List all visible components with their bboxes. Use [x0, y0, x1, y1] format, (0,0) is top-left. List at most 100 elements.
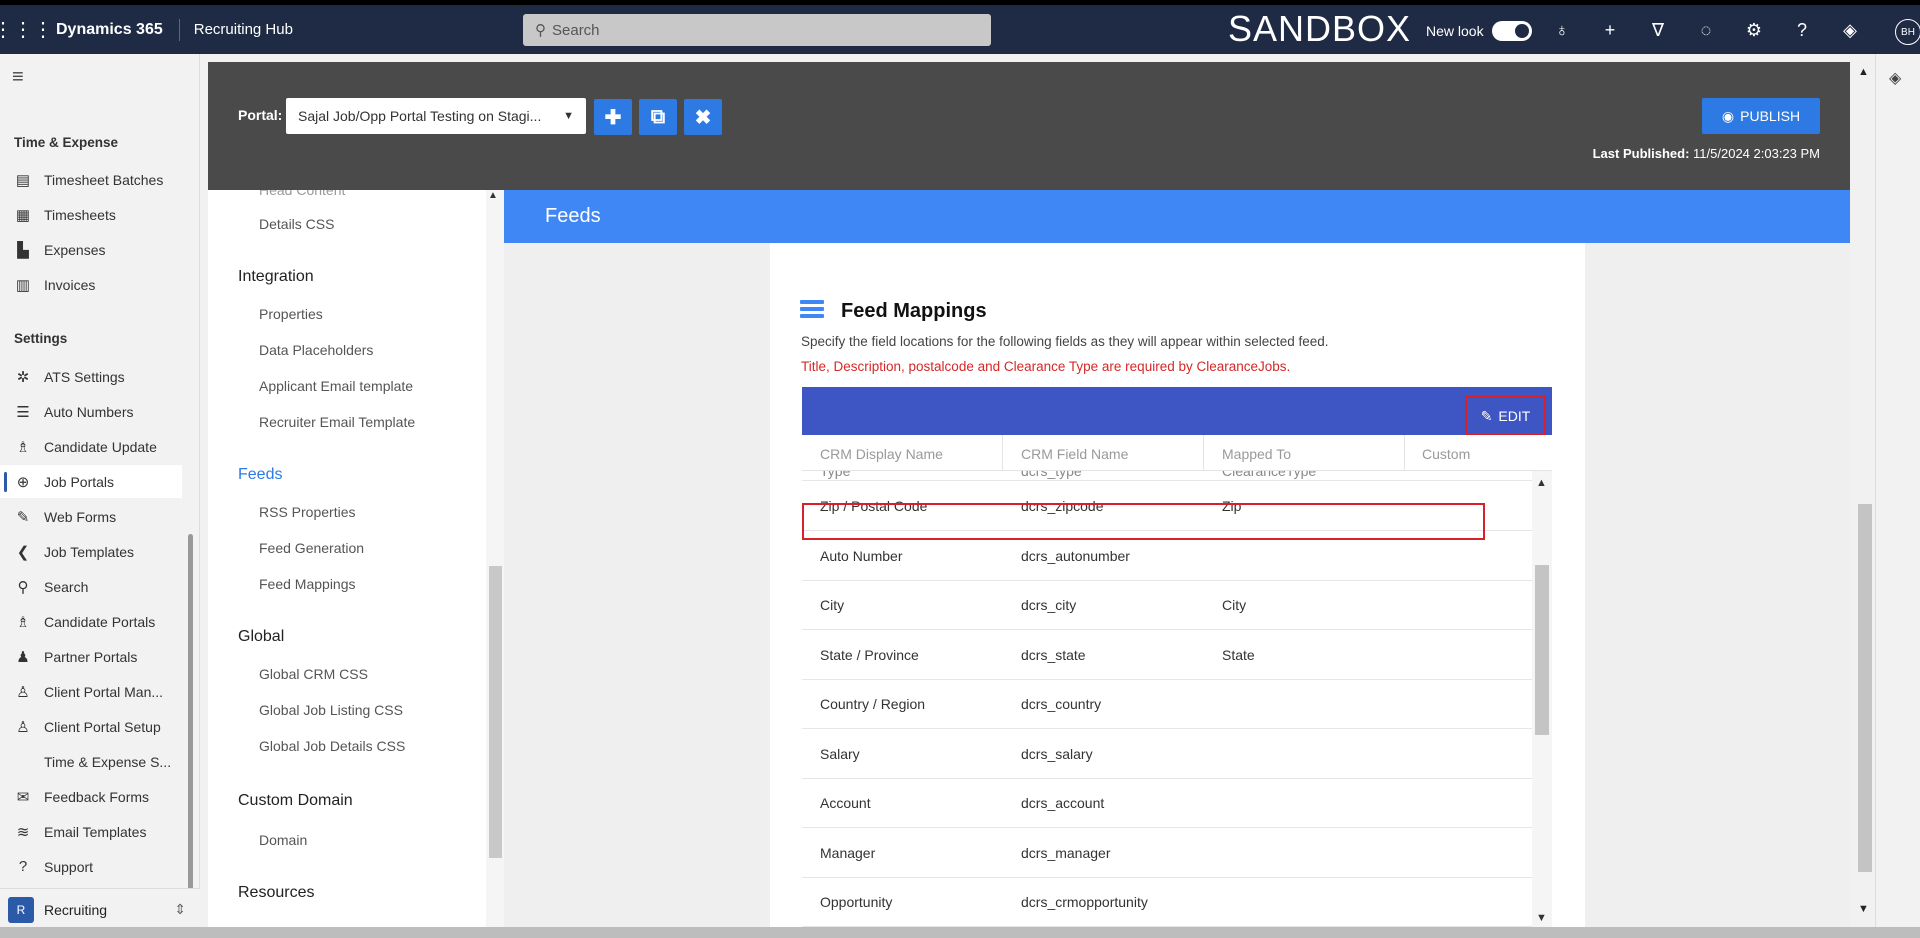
table-row[interactable]: City dcrs_city City — [802, 580, 1532, 630]
table-row[interactable]: Account dcrs_account — [802, 778, 1532, 828]
table-row[interactable]: Manager dcrs_manager — [802, 828, 1532, 878]
help-icon[interactable]: ? — [1780, 16, 1824, 44]
global-search-input[interactable]: ⚲ Search — [523, 14, 991, 46]
nav-item-feedback-forms[interactable]: ✉ Feedback Forms — [0, 780, 182, 813]
nav-item-invoices[interactable]: ▥ Invoices — [0, 268, 182, 301]
nav-item-client-portal-man[interactable]: ♙ Client Portal Man... — [0, 675, 182, 708]
nav-item-label: Feedback Forms — [44, 788, 150, 805]
area-label: Recruiting — [44, 901, 108, 918]
scroll-up-arrow-icon[interactable]: ▲ — [488, 190, 498, 201]
brand-name[interactable]: Dynamics 365 — [46, 18, 180, 41]
main-scroll-thumb[interactable] — [1858, 504, 1872, 872]
scroll-down-arrow-icon[interactable]: ▼ — [1536, 912, 1547, 924]
scroll-up-arrow-icon[interactable]: ▲ — [1536, 477, 1547, 489]
nav-item-job-portals[interactable]: ⊕ Job Portals — [0, 465, 182, 498]
nav-item-expenses[interactable]: ▙ Expenses — [0, 233, 182, 266]
caret-down-icon: ▼ — [563, 110, 574, 122]
nav-item-web-forms[interactable]: ✎ Web Forms — [0, 500, 182, 533]
portal-sub-nav: Head Content Details CSS Integration Pro… — [208, 190, 486, 927]
subnav-data-placeholders[interactable]: Data Placeholders — [259, 342, 373, 358]
nav-item-icon: ❮ — [16, 543, 30, 561]
table-row[interactable]: Auto Number dcrs_autonumber — [802, 531, 1532, 581]
nav-item-candidate-portals[interactable]: ♗ Candidate Portals — [0, 605, 182, 638]
publish-button[interactable]: ◉ PUBLISH — [1702, 98, 1820, 134]
copy-portal-button[interactable]: ⧉ — [639, 99, 677, 135]
nav-item-timesheets[interactable]: ▦ Timesheets — [0, 198, 182, 231]
bell-icon[interactable]: ◌ — [1684, 16, 1728, 44]
nav-section-time-expense: Time & Expense — [14, 135, 119, 150]
app-name[interactable]: Recruiting Hub — [180, 21, 293, 38]
nav-item-label: ATS Settings — [44, 368, 125, 385]
subnav-feed-mappings[interactable]: Feed Mappings — [259, 576, 356, 592]
nav-item-label: Time & Expense S... — [44, 753, 172, 770]
table-row[interactable]: Zip / Postal Code dcrs_zipcode Zip — [802, 481, 1532, 531]
subnav-global-crm-css[interactable]: Global CRM CSS — [259, 666, 368, 682]
area-letter-icon: R — [8, 896, 34, 923]
nav-item-partner-portals[interactable]: ♟ Partner Portals — [0, 640, 182, 673]
nav-item-time-expense-s[interactable]: Time & Expense S... — [0, 745, 182, 778]
app-launcher-icon[interactable]: ⋮⋮⋮ — [0, 5, 53, 54]
copilot-icon[interactable]: ◈ — [1889, 68, 1901, 88]
left-nav-scrollbar[interactable] — [188, 534, 193, 934]
table-scroll-thumb[interactable] — [1535, 565, 1549, 735]
subnav-feed-generation[interactable]: Feed Generation — [259, 540, 364, 556]
subnav-global-details-css[interactable]: Global Job Details CSS — [259, 738, 405, 754]
table-row[interactable]: Opportunity dcrs_crmopportunity — [802, 877, 1532, 927]
subnav-global-listing-css[interactable]: Global Job Listing CSS — [259, 702, 403, 718]
main-area: Portal: Sajal Job/Opp Portal Testing on … — [200, 54, 1860, 927]
subnav-recruiter-email[interactable]: Recruiter Email Template — [259, 414, 415, 430]
subnav-heading-resources: Resources — [238, 884, 315, 901]
nav-item-timesheet-batches[interactable]: ▤ Timesheet Batches — [0, 163, 182, 196]
nav-item-support[interactable]: ? Support — [0, 850, 182, 883]
column-custom[interactable]: Custom — [1422, 446, 1470, 462]
row-display-name: City — [820, 597, 845, 613]
subnav-heading-feeds[interactable]: Feeds — [238, 466, 282, 484]
nav-item-client-portal-setup[interactable]: ♙ Client Portal Setup — [0, 710, 182, 743]
subnav-properties[interactable]: Properties — [259, 306, 323, 322]
nav-item-candidate-update[interactable]: ♗ Candidate Update — [0, 430, 182, 463]
user-avatar[interactable]: BH — [1895, 19, 1920, 45]
filter-icon[interactable]: ∇ — [1636, 16, 1680, 44]
add-portal-button[interactable]: ✚ — [594, 99, 632, 135]
column-mapped-to[interactable]: Mapped To — [1222, 446, 1291, 462]
column-crm-field-name[interactable]: CRM Field Name — [1021, 446, 1128, 462]
new-look-toggle[interactable]: New look — [1426, 21, 1532, 41]
scroll-up-arrow-icon[interactable]: ▲ — [1858, 66, 1869, 78]
column-crm-display-name[interactable]: CRM Display Name — [820, 446, 943, 462]
lightbulb-icon[interactable]: ♁ — [1540, 16, 1584, 44]
table-row[interactable]: Type dcrs_type ClearanceType — [802, 471, 1532, 481]
table-row[interactable]: State / Province dcrs_state State — [802, 630, 1532, 680]
subnav-scroll-thumb[interactable] — [489, 566, 502, 858]
row-display-name: Auto Number — [820, 547, 903, 564]
table-row[interactable]: Salary dcrs_salary — [802, 729, 1532, 779]
row-field-name: dcrs_salary — [1021, 745, 1093, 762]
copilot-icon[interactable]: ◈ — [1828, 16, 1872, 44]
row-display-name: Account — [820, 795, 871, 811]
toggle-switch[interactable] — [1491, 21, 1532, 41]
nav-item-email-templates[interactable]: ≋ Email Templates — [0, 815, 182, 848]
nav-item-ats-settings[interactable]: ✲ ATS Settings — [0, 360, 182, 393]
edit-button[interactable]: ✎ EDIT — [1465, 396, 1546, 436]
area-switcher[interactable]: R Recruiting ⇕ — [0, 888, 200, 930]
column-divider — [1002, 435, 1003, 471]
subnav-partial-item[interactable]: Head Content — [259, 190, 345, 198]
last-published-label: Last Published: — [1592, 146, 1690, 161]
nav-item-icon: ▥ — [15, 276, 31, 294]
nav-item-job-templates[interactable]: ❮ Job Templates — [0, 535, 182, 568]
delete-portal-button[interactable]: ✖ — [684, 99, 722, 135]
subnav-rss-properties[interactable]: RSS Properties — [259, 504, 355, 520]
plus-icon[interactable]: + — [1588, 16, 1632, 44]
scroll-down-arrow-icon[interactable]: ▼ — [1858, 903, 1869, 915]
portal-select[interactable]: Sajal Job/Opp Portal Testing on Stagi...… — [286, 98, 586, 134]
subnav-details-css[interactable]: Details CSS — [259, 216, 334, 232]
subnav-applicant-email[interactable]: Applicant Email template — [259, 378, 413, 394]
nav-item-icon: ✉ — [16, 788, 30, 806]
table-row[interactable]: Country / Region dcrs_country — [802, 679, 1532, 729]
gear-icon[interactable]: ⚙ — [1732, 16, 1776, 44]
nav-item-search[interactable]: ⚲ Search — [0, 570, 182, 603]
row-field-name: dcrs_country — [1021, 696, 1102, 712]
subnav-heading-global: Global — [238, 628, 285, 645]
subnav-domain[interactable]: Domain — [259, 832, 307, 848]
hamburger-icon[interactable]: ≡ — [12, 66, 24, 89]
nav-item-auto-numbers[interactable]: ☰ Auto Numbers — [0, 395, 182, 428]
